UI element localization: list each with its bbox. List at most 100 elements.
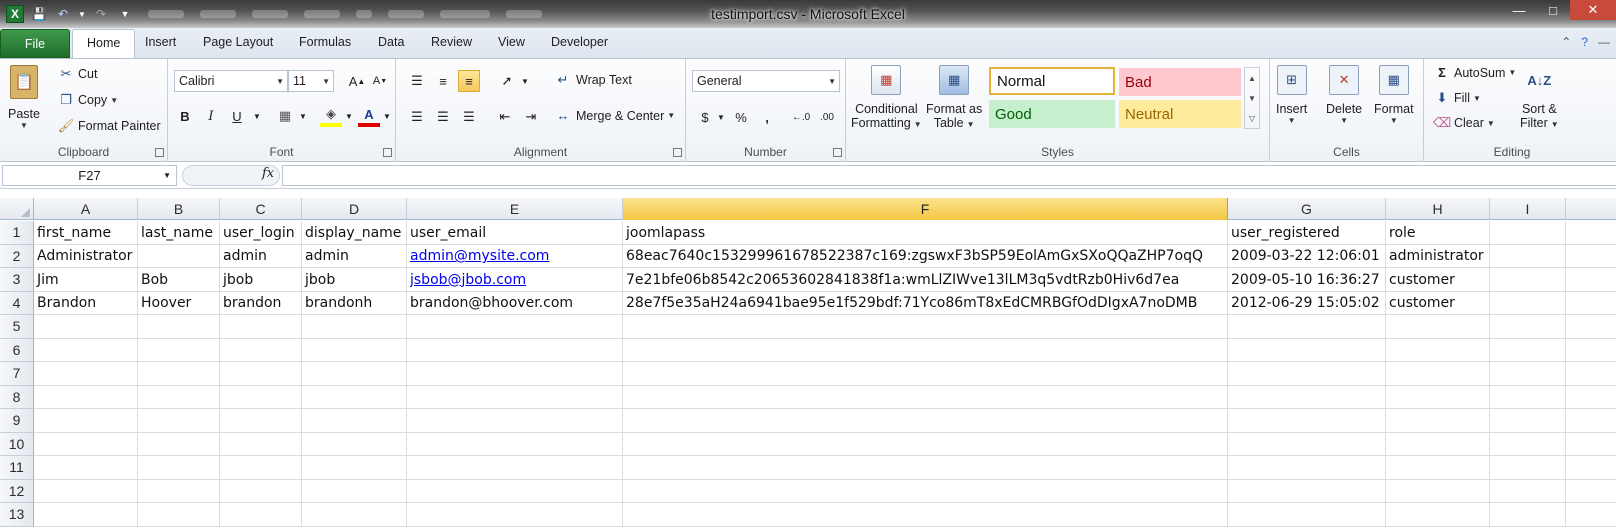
fill-color-dropdown-icon[interactable]: ▼ [338, 105, 360, 127]
minimize-icon[interactable]: — [1502, 0, 1536, 20]
cell-d12[interactable] [302, 479, 407, 503]
alignment-launcher-icon[interactable] [673, 148, 682, 157]
format-cells-button[interactable]: ▦ Format ▼ [1374, 65, 1414, 125]
cell-e4[interactable]: brandon@bhoover.com [407, 291, 623, 315]
decrease-decimal-icon[interactable]: .00 [816, 106, 838, 128]
style-bad[interactable]: Bad [1119, 68, 1241, 96]
cell-g1[interactable]: user_registered [1228, 221, 1386, 245]
cell-b10[interactable] [138, 432, 220, 456]
cell-f10[interactable] [623, 432, 1228, 456]
scroll-up-icon[interactable]: ▲ [1248, 74, 1256, 83]
bold-button[interactable]: B [174, 105, 196, 127]
cell-d3[interactable]: jbob [302, 268, 407, 292]
align-center-icon[interactable]: ☰ [432, 106, 454, 128]
cell-b9[interactable] [138, 409, 220, 433]
cell-g3[interactable]: 2009-05-10 16:36:27 [1228, 268, 1386, 292]
cell-e13[interactable] [407, 503, 623, 527]
cell-d8[interactable] [302, 385, 407, 409]
italic-button[interactable]: I [200, 105, 222, 127]
cell-h2[interactable]: administrator [1386, 244, 1490, 268]
tab-insert[interactable]: Insert [145, 35, 176, 49]
style-normal[interactable]: Normal [989, 67, 1115, 95]
cell-e7[interactable] [407, 362, 623, 386]
cell-g6[interactable] [1228, 338, 1386, 362]
cell-h11[interactable] [1386, 456, 1490, 480]
row-header[interactable]: 7 [0, 362, 34, 386]
name-box[interactable]: F27 ▼ [2, 165, 177, 186]
row-header[interactable]: 6 [0, 338, 34, 362]
column-header-e[interactable]: E [407, 198, 623, 220]
cell-h12[interactable] [1386, 479, 1490, 503]
styles-gallery-scroll[interactable]: ▲ ▼ ▽ [1244, 67, 1260, 129]
cell-h6[interactable] [1386, 338, 1490, 362]
wrap-text-button[interactable]: ↵ Wrap Text [554, 72, 632, 88]
align-right-icon[interactable]: ☰ [458, 106, 480, 128]
cell-f3[interactable]: 7e21bfe06b8542c20653602841838f1a:wmLlZIW… [623, 268, 1228, 292]
underline-dropdown-icon[interactable]: ▼ [246, 105, 268, 127]
cell-b5[interactable] [138, 315, 220, 339]
row-header[interactable]: 5 [0, 315, 34, 339]
align-left-icon[interactable]: ☰ [406, 106, 428, 128]
clear-button[interactable]: ⌫ Clear ▼ [1433, 115, 1495, 131]
align-middle-icon[interactable]: ≡ [432, 70, 454, 92]
row-header[interactable]: 10 [0, 432, 34, 456]
cell-e8[interactable] [407, 385, 623, 409]
cell-f11[interactable] [623, 456, 1228, 480]
cell-a10[interactable] [34, 432, 138, 456]
insert-function-icon[interactable]: fx [262, 166, 274, 181]
comma-button[interactable]: , [756, 106, 778, 128]
cell-c4[interactable]: brandon [220, 291, 302, 315]
cell-f12[interactable] [623, 479, 1228, 503]
font-launcher-icon[interactable] [383, 148, 392, 157]
tab-file[interactable]: File [0, 29, 70, 58]
tab-view[interactable]: View [498, 35, 525, 49]
help-icon[interactable]: ? [1581, 35, 1588, 49]
cell-h13[interactable] [1386, 503, 1490, 527]
cell-e1[interactable]: user_email [407, 221, 623, 245]
cell-f13[interactable] [623, 503, 1228, 527]
cell-i4[interactable] [1490, 291, 1566, 315]
currency-dropdown-icon[interactable]: ▼ [710, 106, 732, 128]
cell-i13[interactable] [1490, 503, 1566, 527]
cell-i12[interactable] [1490, 479, 1566, 503]
select-all-button[interactable] [0, 198, 34, 220]
cell-c10[interactable] [220, 432, 302, 456]
cell-a8[interactable] [34, 385, 138, 409]
tab-formulas[interactable]: Formulas [299, 35, 351, 49]
font-name-select[interactable]: Calibri ▼ [174, 70, 288, 92]
row-header[interactable]: 13 [0, 503, 34, 527]
cell-f4[interactable]: 28e7f5e35aH24a6941bae95e1f529bdf:71Yco86… [623, 291, 1228, 315]
cell-h9[interactable] [1386, 409, 1490, 433]
cell-a2[interactable]: Administrator [34, 244, 138, 268]
clipboard-launcher-icon[interactable] [155, 148, 164, 157]
cell-h8[interactable] [1386, 385, 1490, 409]
cell-a6[interactable] [34, 338, 138, 362]
cell-c7[interactable] [220, 362, 302, 386]
row-header[interactable]: 4 [0, 291, 34, 315]
cell-d9[interactable] [302, 409, 407, 433]
number-format-select[interactable]: General ▼ [692, 70, 840, 92]
cell-f7[interactable] [623, 362, 1228, 386]
underline-button[interactable]: U [226, 105, 248, 127]
cell-b8[interactable] [138, 385, 220, 409]
increase-indent-icon[interactable]: ⇥ [520, 106, 542, 128]
sort-filter-button[interactable]: A↓Z Sort & Filter ▼ [1520, 65, 1559, 131]
tab-developer[interactable]: Developer [551, 35, 608, 49]
cell-a4[interactable]: Brandon [34, 291, 138, 315]
row-header[interactable]: 1 [0, 221, 34, 245]
decrease-indent-icon[interactable]: ⇤ [494, 106, 516, 128]
cell-g11[interactable] [1228, 456, 1386, 480]
cell-e9[interactable] [407, 409, 623, 433]
cell-b2[interactable] [138, 244, 220, 268]
cell-h4[interactable]: customer [1386, 291, 1490, 315]
cell-a11[interactable] [34, 456, 138, 480]
column-header-c[interactable]: C [220, 198, 302, 220]
cell-c12[interactable] [220, 479, 302, 503]
cell-b4[interactable]: Hoover [138, 291, 220, 315]
cell-h5[interactable] [1386, 315, 1490, 339]
cell-c1[interactable]: user_login [220, 221, 302, 245]
cell-c13[interactable] [220, 503, 302, 527]
cell-g13[interactable] [1228, 503, 1386, 527]
font-size-select[interactable]: 11 ▼ [288, 70, 334, 92]
percent-button[interactable]: % [730, 106, 752, 128]
